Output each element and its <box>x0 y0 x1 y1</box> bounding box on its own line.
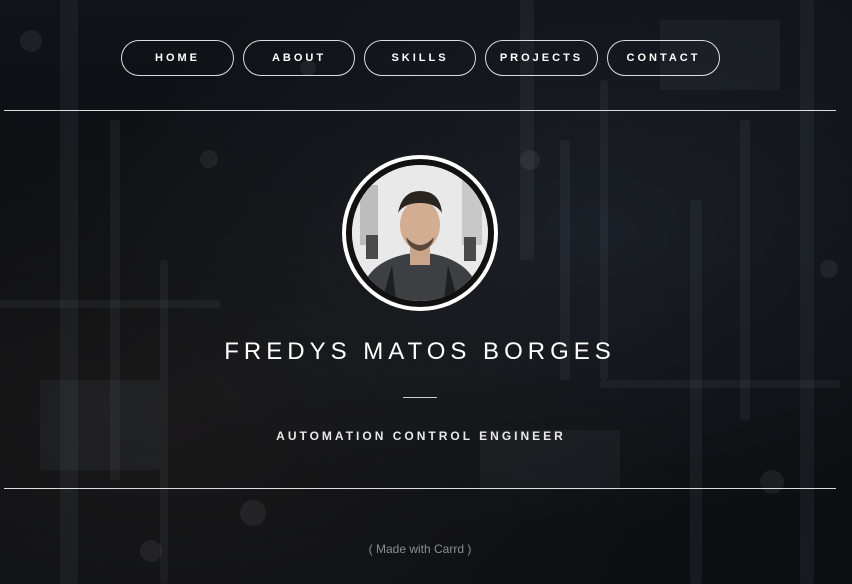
person-icon <box>352 165 488 301</box>
nav-skills-button[interactable]: SKILLS <box>364 40 476 76</box>
nav-projects-button[interactable]: PROJECTS <box>485 40 598 76</box>
name-divider <box>403 397 437 398</box>
nav-contact-button[interactable]: CONTACT <box>607 40 720 76</box>
profile-name: FREDYS MATOS BORGES <box>224 338 616 365</box>
nav-about-button[interactable]: ABOUT <box>243 40 355 76</box>
avatar <box>342 155 498 311</box>
top-divider <box>4 110 836 111</box>
footer-credit: ( Made with Carrd ) <box>0 542 852 556</box>
profile-title: AUTOMATION CONTROL ENGINEER <box>276 429 566 443</box>
profile-photo <box>352 165 488 301</box>
carrd-credit-link[interactable]: ( Made with Carrd ) <box>369 542 472 556</box>
bottom-divider <box>4 488 836 489</box>
nav-home-button[interactable]: HOME <box>121 40 234 76</box>
main-nav: HOME ABOUT SKILLS PROJECTS CONTACT <box>121 40 720 76</box>
